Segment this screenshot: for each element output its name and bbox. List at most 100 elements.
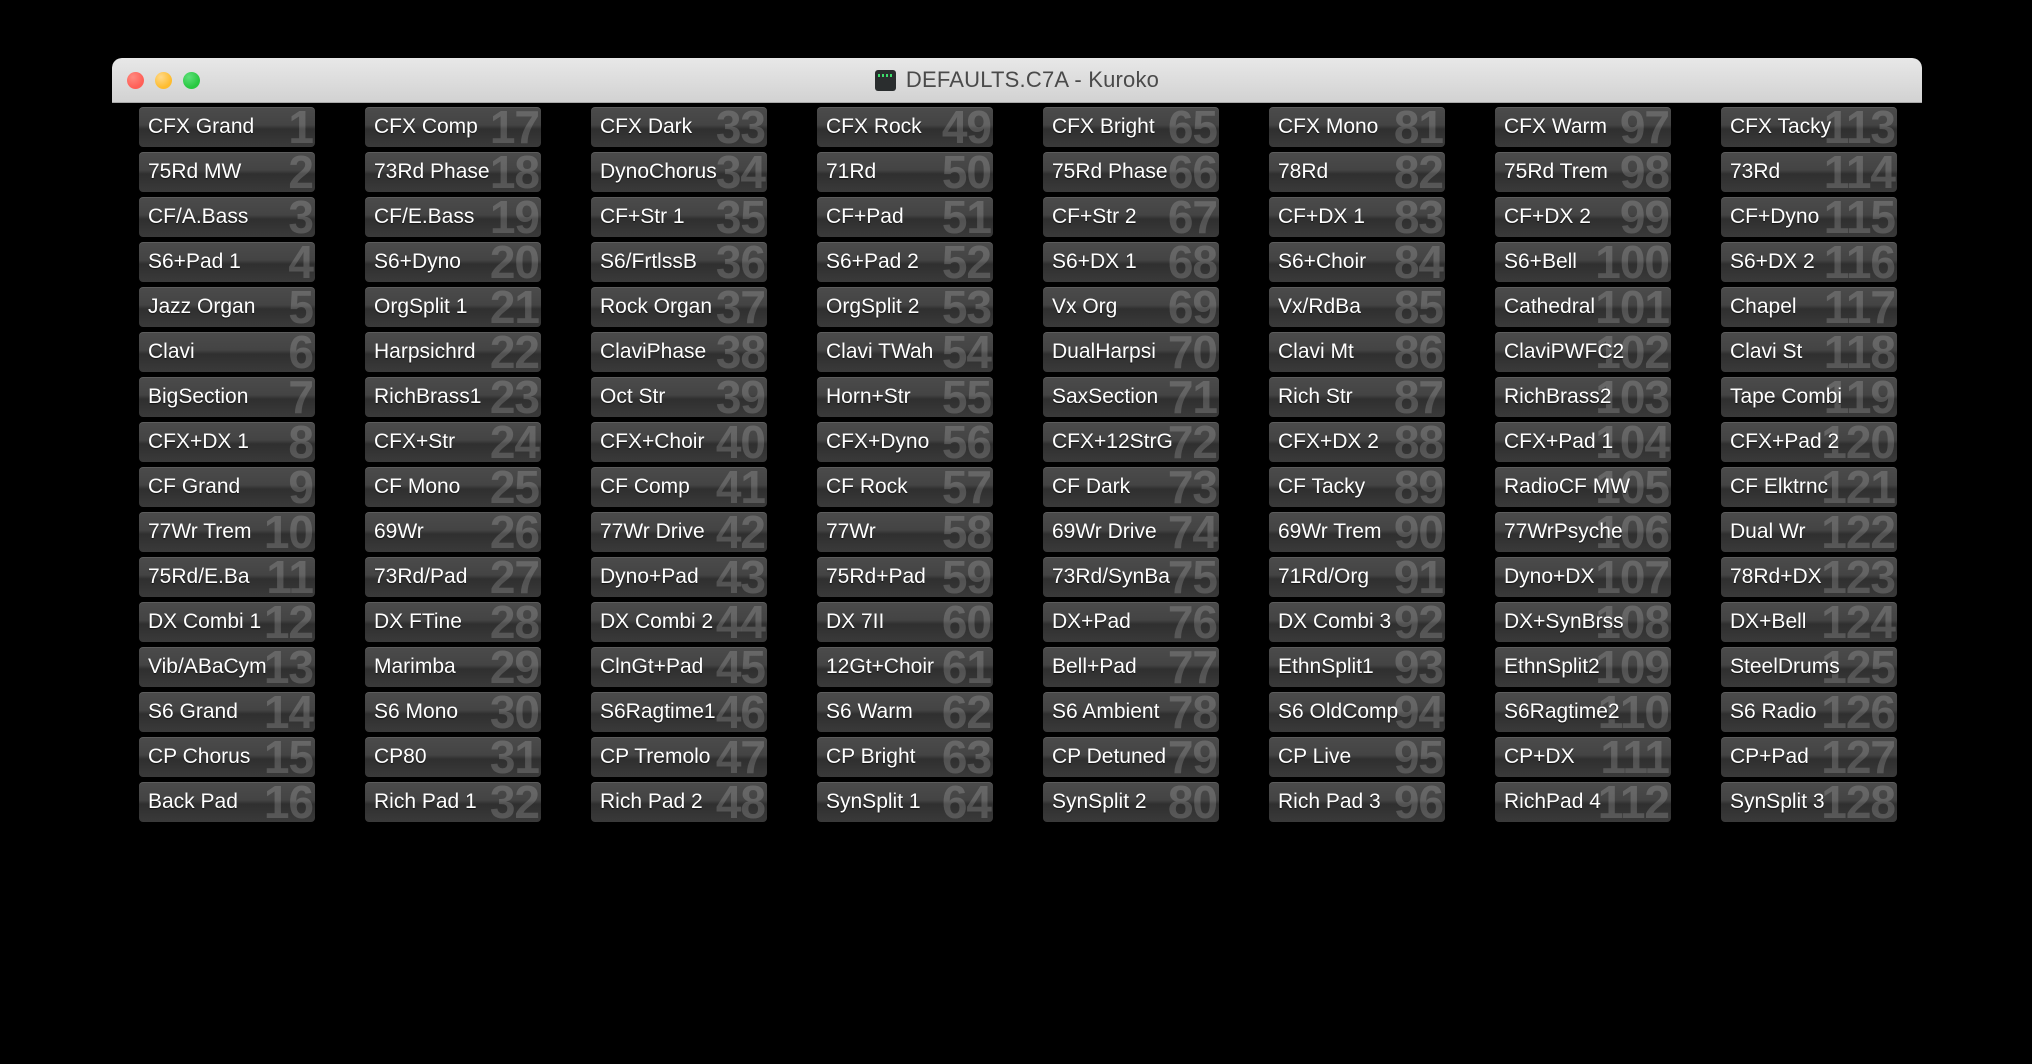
preset-button[interactable]: 51 CF+Pad	[817, 197, 993, 237]
preset-button[interactable]: 109 EthnSplit2	[1495, 647, 1671, 687]
preset-button[interactable]: 107 Dyno+DX	[1495, 557, 1671, 597]
preset-button[interactable]: 41 CF Comp	[591, 467, 767, 507]
close-button[interactable]	[127, 71, 144, 89]
preset-button[interactable]: 22 Harpsichrd	[365, 332, 541, 372]
preset-button[interactable]: 34 DynoChorus	[591, 152, 767, 192]
preset-button[interactable]: 3 CF/A.Bass	[139, 197, 315, 237]
preset-button[interactable]: 14 S6 Grand	[139, 692, 315, 732]
preset-button[interactable]: 57 CF Rock	[817, 467, 993, 507]
preset-button[interactable]: 124 DX+Bell	[1721, 602, 1897, 642]
preset-button[interactable]: 47 CP Tremolo	[591, 737, 767, 777]
preset-button[interactable]: 119 Tape Combi	[1721, 377, 1897, 417]
minimize-button[interactable]	[155, 71, 172, 89]
preset-button[interactable]: 32 Rich Pad 1	[365, 782, 541, 822]
preset-button[interactable]: 50 71Rd	[817, 152, 993, 192]
preset-button[interactable]: 83 CF+DX 1	[1269, 197, 1445, 237]
preset-button[interactable]: 71 SaxSection	[1043, 377, 1219, 417]
preset-button[interactable]: 70 DualHarpsi	[1043, 332, 1219, 372]
preset-button[interactable]: 76 DX+Pad	[1043, 602, 1219, 642]
preset-button[interactable]: 52 S6+Pad 2	[817, 242, 993, 282]
preset-button[interactable]: 112 RichPad 4	[1495, 782, 1671, 822]
preset-button[interactable]: 8 CFX+DX 1	[139, 422, 315, 462]
preset-button[interactable]: 122 Dual Wr	[1721, 512, 1897, 552]
preset-button[interactable]: 75 73Rd/SynBa	[1043, 557, 1219, 597]
preset-button[interactable]: 15 CP Chorus	[139, 737, 315, 777]
preset-button[interactable]: 35 CF+Str 1	[591, 197, 767, 237]
preset-button[interactable]: 66 75Rd Phase	[1043, 152, 1219, 192]
preset-button[interactable]: 27 73Rd/Pad	[365, 557, 541, 597]
preset-button[interactable]: 111 CP+DX	[1495, 737, 1671, 777]
preset-button[interactable]: 23 RichBrass1	[365, 377, 541, 417]
preset-button[interactable]: 121 CF Elktrnc	[1721, 467, 1897, 507]
preset-button[interactable]: 44 DX Combi 2	[591, 602, 767, 642]
preset-button[interactable]: 45 ClnGt+Pad	[591, 647, 767, 687]
preset-button[interactable]: 93 EthnSplit1	[1269, 647, 1445, 687]
preset-button[interactable]: 17 CFX Comp	[365, 107, 541, 147]
preset-button[interactable]: 28 DX FTine	[365, 602, 541, 642]
preset-button[interactable]: 117 Chapel	[1721, 287, 1897, 327]
preset-button[interactable]: 63 CP Bright	[817, 737, 993, 777]
preset-button[interactable]: 94 S6 OldComp	[1269, 692, 1445, 732]
preset-button[interactable]: 18 73Rd Phase	[365, 152, 541, 192]
preset-button[interactable]: 106 77WrPsyche	[1495, 512, 1671, 552]
preset-button[interactable]: 13 Vib/ABaCym	[139, 647, 315, 687]
preset-button[interactable]: 96 Rich Pad 3	[1269, 782, 1445, 822]
preset-button[interactable]: 67 CF+Str 2	[1043, 197, 1219, 237]
preset-button[interactable]: 10 77Wr Trem	[139, 512, 315, 552]
window-titlebar[interactable]: DEFAULTS.C7A - Kuroko	[112, 58, 1922, 103]
preset-button[interactable]: 126 S6 Radio	[1721, 692, 1897, 732]
preset-button[interactable]: 20 S6+Dyno	[365, 242, 541, 282]
preset-button[interactable]: 31 CP80	[365, 737, 541, 777]
preset-button[interactable]: 69 Vx Org	[1043, 287, 1219, 327]
preset-button[interactable]: 37 Rock Organ	[591, 287, 767, 327]
preset-button[interactable]: 58 77Wr	[817, 512, 993, 552]
preset-button[interactable]: 55 Horn+Str	[817, 377, 993, 417]
preset-button[interactable]: 90 69Wr Trem	[1269, 512, 1445, 552]
preset-button[interactable]: 97 CFX Warm	[1495, 107, 1671, 147]
preset-button[interactable]: 21 OrgSplit 1	[365, 287, 541, 327]
preset-button[interactable]: 105 RadioCF MW	[1495, 467, 1671, 507]
preset-button[interactable]: 42 77Wr Drive	[591, 512, 767, 552]
preset-button[interactable]: 39 Oct Str	[591, 377, 767, 417]
preset-button[interactable]: 99 CF+DX 2	[1495, 197, 1671, 237]
preset-button[interactable]: 24 CFX+Str	[365, 422, 541, 462]
preset-button[interactable]: 33 CFX Dark	[591, 107, 767, 147]
preset-button[interactable]: 78 S6 Ambient	[1043, 692, 1219, 732]
preset-button[interactable]: 2 75Rd MW	[139, 152, 315, 192]
preset-button[interactable]: 4 S6+Pad 1	[139, 242, 315, 282]
preset-button[interactable]: 115 CF+Dyno	[1721, 197, 1897, 237]
preset-button[interactable]: 92 DX Combi 3	[1269, 602, 1445, 642]
preset-button[interactable]: 6 Clavi	[139, 332, 315, 372]
maximize-button[interactable]	[183, 71, 200, 89]
preset-button[interactable]: 61 12Gt+Choir	[817, 647, 993, 687]
preset-button[interactable]: 102 ClaviPWFC2	[1495, 332, 1671, 372]
preset-button[interactable]: 101 Cathedral	[1495, 287, 1671, 327]
preset-button[interactable]: 9 CF Grand	[139, 467, 315, 507]
preset-button[interactable]: 68 S6+DX 1	[1043, 242, 1219, 282]
preset-button[interactable]: 114 73Rd	[1721, 152, 1897, 192]
preset-button[interactable]: 73 CF Dark	[1043, 467, 1219, 507]
preset-button[interactable]: 48 Rich Pad 2	[591, 782, 767, 822]
preset-button[interactable]: 11 75Rd/E.Ba	[139, 557, 315, 597]
preset-button[interactable]: 81 CFX Mono	[1269, 107, 1445, 147]
preset-button[interactable]: 46 S6Ragtime1	[591, 692, 767, 732]
preset-button[interactable]: 12 DX Combi 1	[139, 602, 315, 642]
preset-button[interactable]: 62 S6 Warm	[817, 692, 993, 732]
preset-button[interactable]: 98 75Rd Trem	[1495, 152, 1671, 192]
preset-button[interactable]: 123 78Rd+DX	[1721, 557, 1897, 597]
preset-button[interactable]: 16 Back Pad	[139, 782, 315, 822]
preset-button[interactable]: 127 CP+Pad	[1721, 737, 1897, 777]
preset-button[interactable]: 82 78Rd	[1269, 152, 1445, 192]
preset-button[interactable]: 49 CFX Rock	[817, 107, 993, 147]
preset-button[interactable]: 120 CFX+Pad 2	[1721, 422, 1897, 462]
preset-button[interactable]: 7 BigSection	[139, 377, 315, 417]
preset-button[interactable]: 65 CFX Bright	[1043, 107, 1219, 147]
preset-button[interactable]: 64 SynSplit 1	[817, 782, 993, 822]
preset-button[interactable]: 77 Bell+Pad	[1043, 647, 1219, 687]
preset-button[interactable]: 25 CF Mono	[365, 467, 541, 507]
preset-button[interactable]: 54 Clavi TWah	[817, 332, 993, 372]
preset-button[interactable]: 26 69Wr	[365, 512, 541, 552]
preset-button[interactable]: 56 CFX+Dyno	[817, 422, 993, 462]
preset-button[interactable]: 84 S6+Choir	[1269, 242, 1445, 282]
preset-button[interactable]: 53 OrgSplit 2	[817, 287, 993, 327]
